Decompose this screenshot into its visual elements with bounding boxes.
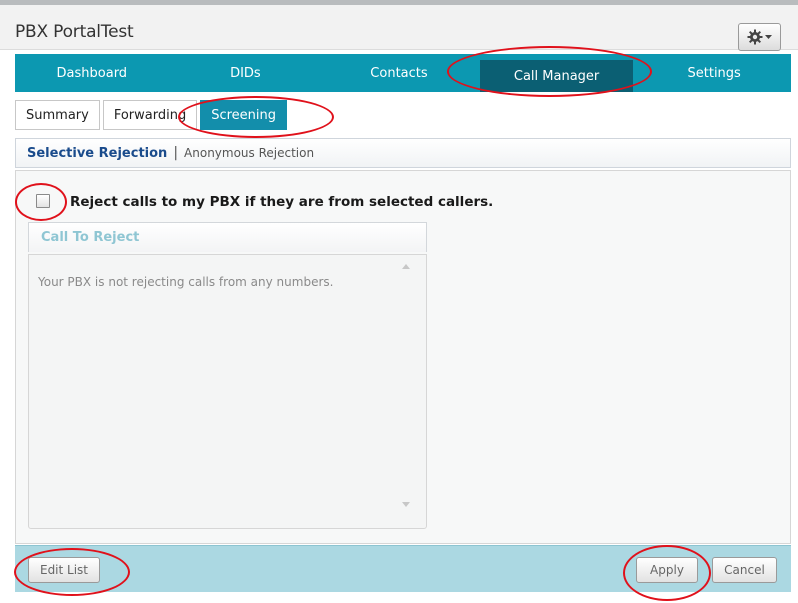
section-separator: | (173, 145, 179, 161)
apply-button[interactable]: Apply (636, 557, 698, 583)
anonymous-rejection-link[interactable]: Anonymous Rejection (184, 146, 314, 160)
subtab-summary[interactable]: Summary (15, 100, 100, 130)
gear-icon (747, 29, 763, 45)
screening-section-bar: Selective Rejection | Anonymous Rejectio… (15, 138, 791, 168)
subtab-forwarding[interactable]: Forwarding (102, 100, 198, 130)
app-header: PBX PortalTest (0, 5, 798, 51)
app-title: PBX PortalTest (15, 22, 134, 42)
nav-tab-dashboard[interactable]: Dashboard (15, 54, 169, 92)
selective-rejection-link[interactable]: Selective Rejection (27, 146, 167, 161)
edit-list-button[interactable]: Edit List (28, 557, 100, 583)
nav-tab-contacts[interactable]: Contacts (322, 54, 476, 92)
settings-menu-button[interactable] (738, 23, 781, 51)
empty-list-message: Your PBX is not rejecting calls from any… (38, 275, 334, 289)
subtab-bar: Summary Forwarding Screening (15, 100, 288, 130)
scroll-up-arrow-icon[interactable] (402, 264, 410, 269)
main-nav: Dashboard DIDs Contacts Call Manager Set… (15, 54, 791, 92)
reject-calls-label: Reject calls to my PBX if they are from … (70, 194, 494, 210)
cancel-button[interactable]: Cancel (712, 557, 777, 583)
subtab-screening[interactable]: Screening (200, 100, 288, 130)
call-reject-list-header: Call To Reject (28, 222, 427, 252)
call-reject-list-title: Call To Reject (41, 230, 140, 245)
scroll-down-arrow-icon[interactable] (402, 502, 410, 507)
nav-tab-settings[interactable]: Settings (637, 54, 791, 92)
reject-calls-checkbox[interactable] (36, 194, 50, 208)
nav-tab-call-manager[interactable]: Call Manager (479, 60, 634, 92)
call-reject-list[interactable] (28, 254, 427, 529)
nav-tab-dids[interactable]: DIDs (169, 54, 323, 92)
chevron-down-icon (765, 35, 772, 39)
